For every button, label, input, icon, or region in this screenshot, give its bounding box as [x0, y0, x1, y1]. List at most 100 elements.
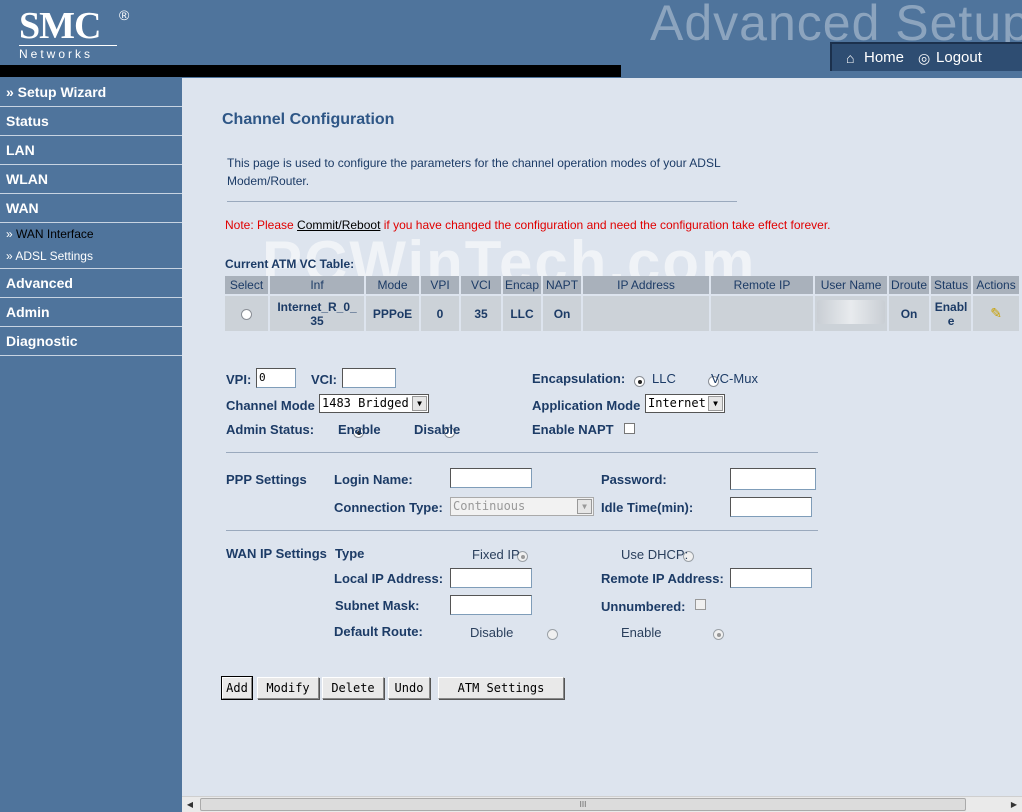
logo-subtitle: Networks: [19, 45, 117, 61]
edit-pencil-icon[interactable]: ✎: [990, 305, 1002, 321]
login-name-label: Login Name:: [334, 472, 413, 487]
sidebar-item-diagnostic[interactable]: Diagnostic: [0, 327, 182, 356]
admin-status-label: Admin Status:: [226, 422, 315, 437]
channel-mode-label: Channel Mode: [226, 398, 315, 413]
sidebar-subitem-wan-interface[interactable]: » WAN Interface: [0, 223, 182, 245]
fixed-ip-label: Fixed IP: [472, 547, 520, 562]
home-icon: ⌂: [846, 49, 855, 66]
sidebar-item-advanced[interactable]: Advanced: [0, 269, 182, 298]
idle-time-input[interactable]: [730, 497, 812, 517]
idle-time-label: Idle Time(min):: [601, 500, 694, 515]
wan-ip-settings-label: WAN IP Settings: [226, 546, 327, 561]
browser-viewport: SMC ® Networks Advanced Setup ⌂ Home ◎ L…: [0, 0, 1022, 812]
use-dhcp-label: Use DHCP:: [621, 547, 689, 562]
remote-ip-cell: [710, 294, 816, 331]
main-content: PCWinTech.com Channel Configuration This…: [182, 78, 1022, 796]
logout-icon: ◎: [918, 49, 931, 66]
chevron-down-icon: ▼: [577, 499, 592, 514]
channel-mode-select[interactable]: 1483 Bridged ▼: [319, 394, 429, 413]
default-route-enable-radio[interactable]: [713, 629, 725, 641]
user-name-cell: [814, 294, 890, 331]
subnet-mask-label: Subnet Mask:: [335, 598, 420, 613]
vci-cell: 35: [460, 294, 503, 331]
col-vpi: VPI: [420, 276, 461, 295]
inf-line2: 35: [310, 313, 324, 328]
commit-reboot-link[interactable]: Commit/Reboot: [297, 218, 380, 232]
col-inf: Inf: [269, 276, 366, 295]
vpi-label: VPI:: [226, 372, 252, 387]
top-navigation: ⌂ Home ◎ Logout: [830, 42, 1022, 71]
note-prefix: Note: Please: [225, 218, 298, 232]
logout-label: Logout: [936, 49, 982, 66]
droute-cell: On: [888, 294, 932, 331]
status-cell: Enabl e: [930, 294, 974, 331]
vci-input[interactable]: [342, 368, 396, 388]
smc-logo: SMC ® Networks: [19, 5, 129, 61]
bullet-icon: »: [6, 227, 13, 241]
logout-link[interactable]: ◎ Logout: [918, 49, 982, 66]
wan-interface-label: WAN Interface: [16, 227, 94, 241]
horizontal-scrollbar[interactable]: ◀ III ▶: [182, 796, 1022, 812]
divider: [226, 530, 818, 531]
delete-button[interactable]: Delete: [322, 677, 384, 699]
type-label: Type: [335, 546, 365, 561]
admin-enable-label: Enable: [338, 422, 381, 437]
encap-cell: LLC: [502, 294, 544, 331]
sidebar-item-wlan[interactable]: WLAN: [0, 165, 182, 194]
connection-type-select[interactable]: Continuous ▼: [450, 497, 594, 516]
application-mode-label: Application Mode: [532, 398, 641, 413]
login-name-input[interactable]: [450, 468, 532, 488]
header-divider-bar: [0, 65, 621, 77]
unnumbered-checkbox[interactable]: [695, 599, 706, 610]
atm-vc-table: Select Inf Mode VPI VCI Encap NAPT IP Ad…: [225, 276, 1022, 331]
inf-line1: Internet_R_0_: [277, 299, 357, 314]
scroll-right-icon[interactable]: ▶: [1006, 798, 1022, 812]
subnet-mask-input[interactable]: [450, 595, 532, 615]
password-label: Password:: [601, 472, 667, 487]
wan-submenu: » WAN Interface » ADSL Settings: [0, 223, 182, 269]
password-input[interactable]: [730, 468, 816, 490]
default-route-label: Default Route:: [334, 624, 423, 639]
enable-napt-checkbox[interactable]: [624, 423, 635, 434]
col-napt: NAPT: [542, 276, 584, 295]
application-mode-select[interactable]: Internet ▼: [645, 394, 725, 413]
sidebar-item-status[interactable]: Status: [0, 107, 182, 136]
sidebar-item-setup-wizard[interactable]: » Setup Wizard: [0, 78, 182, 107]
home-link[interactable]: ⌂ Home: [846, 49, 904, 66]
sidebar-item-wan[interactable]: WAN: [0, 194, 182, 223]
add-button[interactable]: Add: [221, 676, 253, 700]
divider: [226, 452, 818, 453]
scroll-left-icon[interactable]: ◀: [182, 798, 198, 812]
undo-button[interactable]: Undo: [388, 677, 430, 699]
sidebar-item-lan[interactable]: LAN: [0, 136, 182, 165]
default-route-disable-label: Disable: [470, 625, 514, 640]
remote-ip-label: Remote IP Address:: [601, 571, 724, 586]
col-droute: Droute: [888, 276, 932, 295]
remote-ip-input[interactable]: [730, 568, 812, 588]
encapsulation-label: Encapsulation:: [532, 371, 626, 386]
sidebar-subitem-adsl-settings[interactable]: » ADSL Settings: [0, 245, 182, 267]
channel-mode-value: 1483 Bridged: [322, 396, 409, 410]
ppp-settings-label: PPP Settings: [226, 472, 307, 487]
note-suffix: if you have changed the configuration an…: [380, 218, 831, 232]
encap-vcmux-label: VC-Mux: [711, 371, 758, 386]
vpi-cell: 0: [420, 294, 461, 331]
modify-button[interactable]: Modify: [257, 677, 319, 699]
status-line2: e: [947, 313, 955, 328]
sidebar-item-admin[interactable]: Admin: [0, 298, 182, 327]
row-select-radio[interactable]: [241, 308, 252, 320]
inf-cell: Internet_R_0_ 35: [269, 294, 366, 331]
atm-settings-button[interactable]: ATM Settings: [438, 677, 564, 699]
logo-text: SMC: [19, 5, 101, 47]
default-route-disable-radio[interactable]: [546, 629, 558, 641]
col-user-name: User Name: [814, 276, 890, 295]
local-ip-input[interactable]: [450, 568, 532, 588]
col-status: Status: [930, 276, 974, 295]
connection-type-value: Continuous: [453, 499, 526, 513]
vpi-input[interactable]: 0: [256, 368, 296, 388]
scrollbar-thumb[interactable]: III: [200, 798, 966, 811]
encap-llc-radio[interactable]: [634, 376, 645, 388]
napt-cell: On: [542, 294, 584, 331]
col-ip-address: IP Address: [582, 276, 712, 295]
col-mode: Mode: [365, 276, 421, 295]
